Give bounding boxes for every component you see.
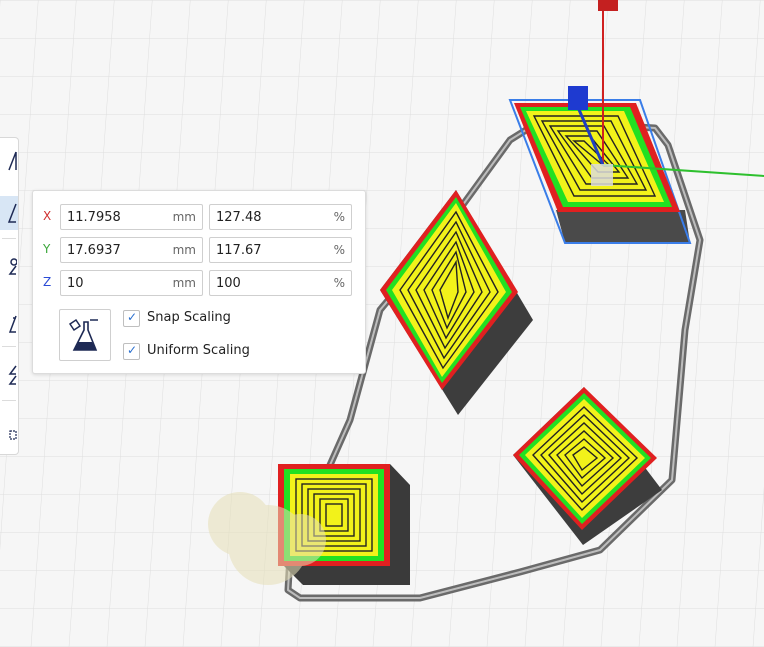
uniform-scaling-box[interactable]: ✓ xyxy=(123,343,140,360)
scale-row-y: Y 17.6937 mm 117.67 % xyxy=(33,237,365,263)
snap-scaling-label: Snap Scaling xyxy=(147,310,231,325)
scale-row-z: Z 10 mm 100 % xyxy=(33,270,365,296)
scale-tool-icon[interactable] xyxy=(0,196,18,230)
axis-label-z: Z xyxy=(43,275,52,289)
size-x-input[interactable]: 11.7958 mm xyxy=(60,204,203,230)
snap-scaling-box[interactable]: ✓ xyxy=(123,310,140,327)
size-z-input[interactable]: 10 mm xyxy=(60,270,203,296)
uniform-scaling-label: Uniform Scaling xyxy=(147,343,250,358)
uniform-scaling-checkbox[interactable]: ✓ Uniform Scaling xyxy=(123,342,383,362)
per-model-settings-icon[interactable] xyxy=(0,358,18,392)
lock-model-button[interactable] xyxy=(59,309,111,361)
scale-panel: X 11.7958 mm 127.48 % Y 17.6937 mm 117.6… xyxy=(32,190,366,374)
check-icon: ✓ xyxy=(127,343,138,357)
tool-sidebar xyxy=(0,137,19,455)
mirror-tool-icon[interactable] xyxy=(0,306,18,340)
lock-model-icon xyxy=(68,318,98,351)
check-icon: ✓ xyxy=(127,310,138,324)
percent-x-input[interactable]: 127.48 % xyxy=(209,204,352,230)
snap-scaling-checkbox[interactable]: ✓ Snap Scaling xyxy=(123,309,383,329)
scale-row-x: X 11.7958 mm 127.48 % xyxy=(33,204,365,230)
percent-y-input[interactable]: 117.67 % xyxy=(209,237,352,263)
axis-label-x: X xyxy=(43,209,52,223)
percent-z-input[interactable]: 100 % xyxy=(209,270,352,296)
axis-label-y: Y xyxy=(43,242,51,256)
rotate-tool-icon[interactable] xyxy=(0,248,18,282)
move-tool-icon[interactable] xyxy=(0,144,18,178)
support-blocker-icon[interactable] xyxy=(0,418,18,452)
size-y-input[interactable]: 17.6937 mm xyxy=(60,237,203,263)
